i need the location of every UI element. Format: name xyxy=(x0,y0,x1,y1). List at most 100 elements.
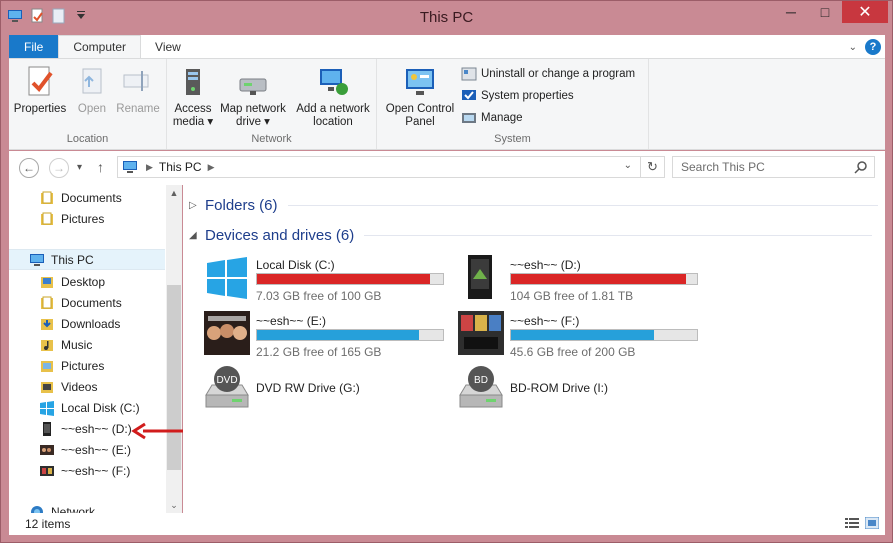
ribbon-tabs: File Computer View ⌄ ? xyxy=(9,35,885,58)
nav-drive-d[interactable]: ~~esh~~ (D:) xyxy=(39,418,132,439)
expand-chevron-icon[interactable]: ▷ xyxy=(189,200,197,211)
minimize-button[interactable]: ─ xyxy=(774,1,808,23)
windows-logo-icon xyxy=(204,255,250,301)
scroll-up-icon[interactable]: ▲ xyxy=(166,185,182,201)
address-dropdown-icon[interactable]: ⌄ xyxy=(624,160,632,171)
system-properties-button[interactable]: System properties xyxy=(461,88,574,104)
properties-icon[interactable] xyxy=(29,8,45,24)
usage-fill xyxy=(511,274,686,284)
title-bar: This PC ─ □ ✕ xyxy=(1,1,892,33)
drive-f-icon xyxy=(458,311,504,357)
nav-label: Documents xyxy=(61,295,122,310)
this-pc-icon[interactable] xyxy=(7,8,23,24)
section-divider xyxy=(287,205,878,206)
folder-icon xyxy=(39,295,55,311)
scrollbar-thumb[interactable] xyxy=(167,285,181,470)
status-bar: 12 items xyxy=(9,513,885,535)
properties-button[interactable]: Properties xyxy=(13,65,67,116)
nav-music[interactable]: Music xyxy=(39,334,92,355)
drive-name: Local Disk (C:) xyxy=(256,258,335,272)
address-bar[interactable]: ▶ This PC ▶ ⌄ ↻ xyxy=(117,156,665,178)
section-divider xyxy=(364,235,873,236)
map-drive-label-1: Map network xyxy=(220,103,286,115)
map-drive-label-2: drive ▾ xyxy=(236,116,270,128)
search-icon[interactable] xyxy=(854,160,868,174)
map-network-drive-button[interactable]: Map network drive ▾ xyxy=(217,65,289,129)
add-network-location-button[interactable]: Add a network location xyxy=(291,65,375,129)
drive-tile-g[interactable]: DVD DVD RW Drive (G:) xyxy=(204,365,454,415)
system-properties-icon xyxy=(461,88,477,104)
access-media-label-1: Access xyxy=(174,103,212,115)
collapse-chevron-icon[interactable]: ◢ xyxy=(189,230,197,241)
usage-bar xyxy=(256,273,444,285)
manage-button[interactable]: Manage xyxy=(461,110,523,126)
new-folder-icon[interactable] xyxy=(51,8,67,24)
nav-label: Music xyxy=(61,337,93,352)
folder-icon xyxy=(39,190,55,206)
tab-computer[interactable]: Computer xyxy=(58,35,142,58)
customize-qat-icon[interactable] xyxy=(73,8,89,24)
nav-drive-f[interactable]: ~~esh~~ (F:) xyxy=(39,460,130,481)
nav-pane-scrollbar[interactable]: ▲ ⌄ xyxy=(166,185,182,513)
explorer-window: This PC ─ □ ✕ File Computer View ⌄ ? Pro… xyxy=(0,0,893,543)
uninstall-label: Uninstall or change a program xyxy=(481,68,636,80)
rename-label: Rename xyxy=(116,103,160,115)
open-icon xyxy=(75,65,109,99)
breadcrumb-this-pc[interactable]: This PC xyxy=(159,160,202,174)
downloads-folder-icon xyxy=(39,316,55,332)
add-location-label-1: Add a network xyxy=(296,103,370,115)
uninstall-program-button[interactable]: Uninstall or change a program xyxy=(461,66,635,82)
usage-bar xyxy=(510,273,698,285)
nav-documents[interactable]: Documents xyxy=(39,187,122,208)
breadcrumb-separator-icon[interactable]: ▶ xyxy=(208,162,215,173)
nav-videos[interactable]: Videos xyxy=(39,376,97,397)
drive-tile-c[interactable]: Local Disk (C:) 7.03 GB free of 100 GB xyxy=(204,255,454,305)
nav-desktop[interactable]: Desktop xyxy=(39,271,105,292)
nav-drive-e[interactable]: ~~esh~~ (E:) xyxy=(39,439,131,460)
close-button[interactable]: ✕ xyxy=(842,1,888,23)
forward-button[interactable]: → xyxy=(49,158,69,178)
content-pane: ▷ Folders (6) ◢ Devices and drives (6) L… xyxy=(183,185,885,513)
refresh-button[interactable]: ↻ xyxy=(640,157,664,177)
nav-network[interactable]: Network xyxy=(29,501,95,513)
tab-file[interactable]: File xyxy=(9,35,59,58)
nav-label: Pictures xyxy=(61,211,105,226)
maximize-button[interactable]: □ xyxy=(808,1,842,23)
search-input[interactable]: Search This PC xyxy=(672,156,875,178)
folders-header-label: Folders (6) xyxy=(205,197,278,214)
group-location-label: Location xyxy=(66,133,109,145)
drive-tile-d[interactable]: ~~esh~~ (D:) 104 GB free of 1.81 TB xyxy=(458,255,708,305)
recent-locations-button[interactable]: ▾ xyxy=(77,162,82,173)
tab-view[interactable]: View xyxy=(141,35,195,58)
nav-documents-pc[interactable]: Documents xyxy=(39,292,122,313)
system-properties-label: System properties xyxy=(481,90,574,102)
access-media-button[interactable]: Access media ▾ xyxy=(171,65,215,129)
details-view-icon[interactable] xyxy=(845,517,859,529)
window-title: This PC xyxy=(419,9,474,26)
scroll-down-icon[interactable]: ⌄ xyxy=(166,497,182,513)
help-icon[interactable]: ? xyxy=(865,39,881,55)
navigation-pane: Documents Pictures This PC Desktop Docum… xyxy=(9,185,182,513)
nav-pictures-pc[interactable]: Pictures xyxy=(39,355,104,376)
quick-access-toolbar xyxy=(7,8,89,24)
expand-ribbon-icon[interactable]: ⌄ xyxy=(849,42,857,53)
nav-label: Pictures xyxy=(61,358,105,373)
nav-pictures[interactable]: Pictures xyxy=(39,208,104,229)
nav-downloads[interactable]: Downloads xyxy=(39,313,120,334)
back-button[interactable]: ← xyxy=(19,158,39,178)
large-icons-view-icon[interactable] xyxy=(864,516,880,530)
devices-section-header[interactable]: ◢ Devices and drives (6) xyxy=(189,227,873,244)
open-button[interactable]: Open xyxy=(71,65,113,116)
network-location-icon xyxy=(316,65,350,99)
nav-this-pc[interactable]: This PC xyxy=(9,249,165,270)
open-control-panel-button[interactable]: Open Control Panel xyxy=(381,65,459,129)
breadcrumb-separator-icon[interactable]: ▶ xyxy=(146,162,153,173)
up-button[interactable]: ↑ xyxy=(97,159,104,175)
group-network-label: Network xyxy=(251,133,292,145)
drive-tile-f[interactable]: ~~esh~~ (F:) 45.6 GB free of 200 GB xyxy=(458,311,708,361)
folders-section-header[interactable]: ▷ Folders (6) xyxy=(189,197,878,214)
drive-tile-i[interactable]: BD BD-ROM Drive (I:) xyxy=(458,365,708,415)
nav-local-disk-c[interactable]: Local Disk (C:) xyxy=(39,397,140,418)
rename-button[interactable]: Rename xyxy=(113,65,163,116)
drive-tile-e[interactable]: ~~esh~~ (E:) 21.2 GB free of 165 GB xyxy=(204,311,454,361)
